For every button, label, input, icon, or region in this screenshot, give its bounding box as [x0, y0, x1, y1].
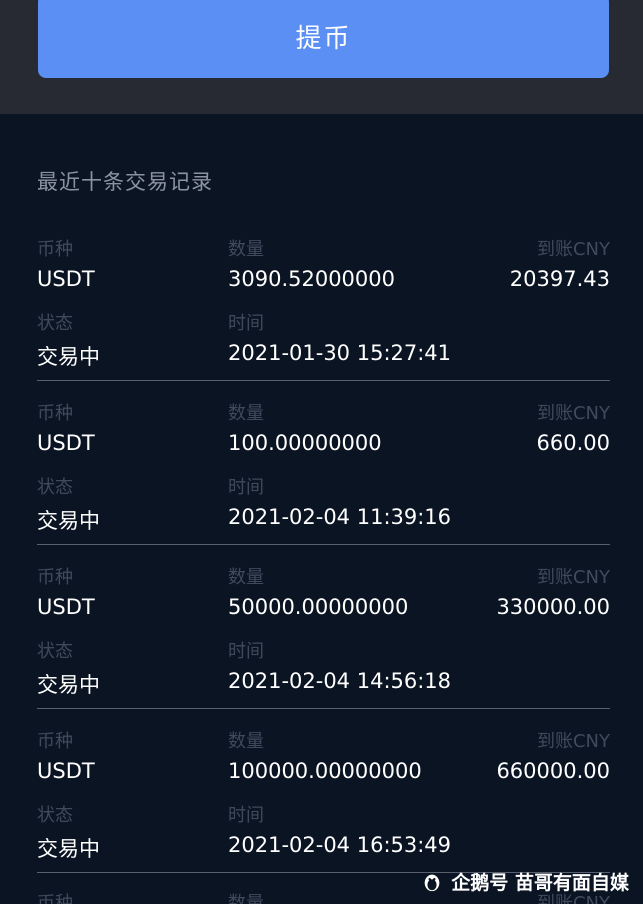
withdraw-button[interactable]: 提币 [38, 0, 609, 78]
watermark: 企鹅号 苗哥有面自媒 [421, 868, 629, 895]
status-value: 交易中 [37, 509, 100, 533]
amount-value: 100000.00000000 [228, 759, 422, 783]
received-label: 到账CNY [536, 731, 610, 752]
divider [37, 544, 610, 545]
currency-value: USDT [37, 267, 95, 291]
transaction-page: 提币 最近十条交易记录 币种 数量 到账CNY USDT 3090.520000… [0, 0, 643, 904]
list-item: 币种 数量 到账CNY USDT 50000.00000000 330000.0… [37, 563, 610, 727]
time-value: 2021-02-04 16:53:49 [228, 833, 452, 857]
time-value: 2021-02-04 14:56:18 [228, 669, 452, 693]
status-label: 状态 [37, 477, 73, 498]
received-value: 660.00 [536, 431, 610, 455]
divider [37, 380, 610, 381]
status-label: 状态 [37, 641, 73, 662]
currency-label: 币种 [37, 893, 73, 904]
status-value: 交易中 [37, 345, 100, 369]
list-item: 币种 数量 到账CNY USDT 3090.52000000 20397.43 … [37, 235, 610, 399]
time-value: 2021-02-04 11:39:16 [228, 505, 452, 529]
amount-label: 数量 [228, 893, 264, 904]
time-label: 时间 [228, 313, 264, 334]
status-label: 状态 [37, 313, 73, 334]
time-label: 时间 [228, 805, 264, 826]
received-value: 660000.00 [496, 759, 610, 783]
received-value: 20397.43 [509, 267, 610, 291]
currency-label: 币种 [37, 239, 73, 260]
amount-label: 数量 [228, 567, 264, 588]
amount-value: 50000.00000000 [228, 595, 409, 619]
section-title: 最近十条交易记录 [37, 170, 213, 194]
amount-value: 3090.52000000 [228, 267, 396, 291]
time-value: 2021-01-30 15:27:41 [228, 341, 452, 365]
time-label: 时间 [228, 641, 264, 662]
currency-label: 币种 [37, 403, 73, 424]
penguin-icon [425, 874, 440, 891]
amount-value: 100.00000000 [228, 431, 382, 455]
watermark-text: 企鹅号 苗哥有面自媒 [451, 872, 629, 894]
amount-label: 数量 [228, 239, 264, 260]
status-value: 交易中 [37, 837, 100, 861]
list-item: 币种 数量 到账CNY USDT 100000.00000000 660000.… [37, 727, 610, 891]
top-bar: 提币 [0, 0, 643, 114]
received-label: 到账CNY [536, 239, 610, 260]
received-value: 330000.00 [496, 595, 610, 619]
divider [37, 708, 610, 709]
list-item: 币种 数量 到账CNY USDT 100.00000000 660.00 状态 … [37, 399, 610, 563]
received-label: 到账CNY [536, 403, 610, 424]
status-label: 状态 [37, 805, 73, 826]
currency-value: USDT [37, 759, 95, 783]
amount-label: 数量 [228, 403, 264, 424]
currency-value: USDT [37, 431, 95, 455]
currency-value: USDT [37, 595, 95, 619]
currency-label: 币种 [37, 731, 73, 752]
status-value: 交易中 [37, 673, 100, 697]
currency-label: 币种 [37, 567, 73, 588]
received-label: 到账CNY [536, 567, 610, 588]
amount-label: 数量 [228, 731, 264, 752]
time-label: 时间 [228, 477, 264, 498]
